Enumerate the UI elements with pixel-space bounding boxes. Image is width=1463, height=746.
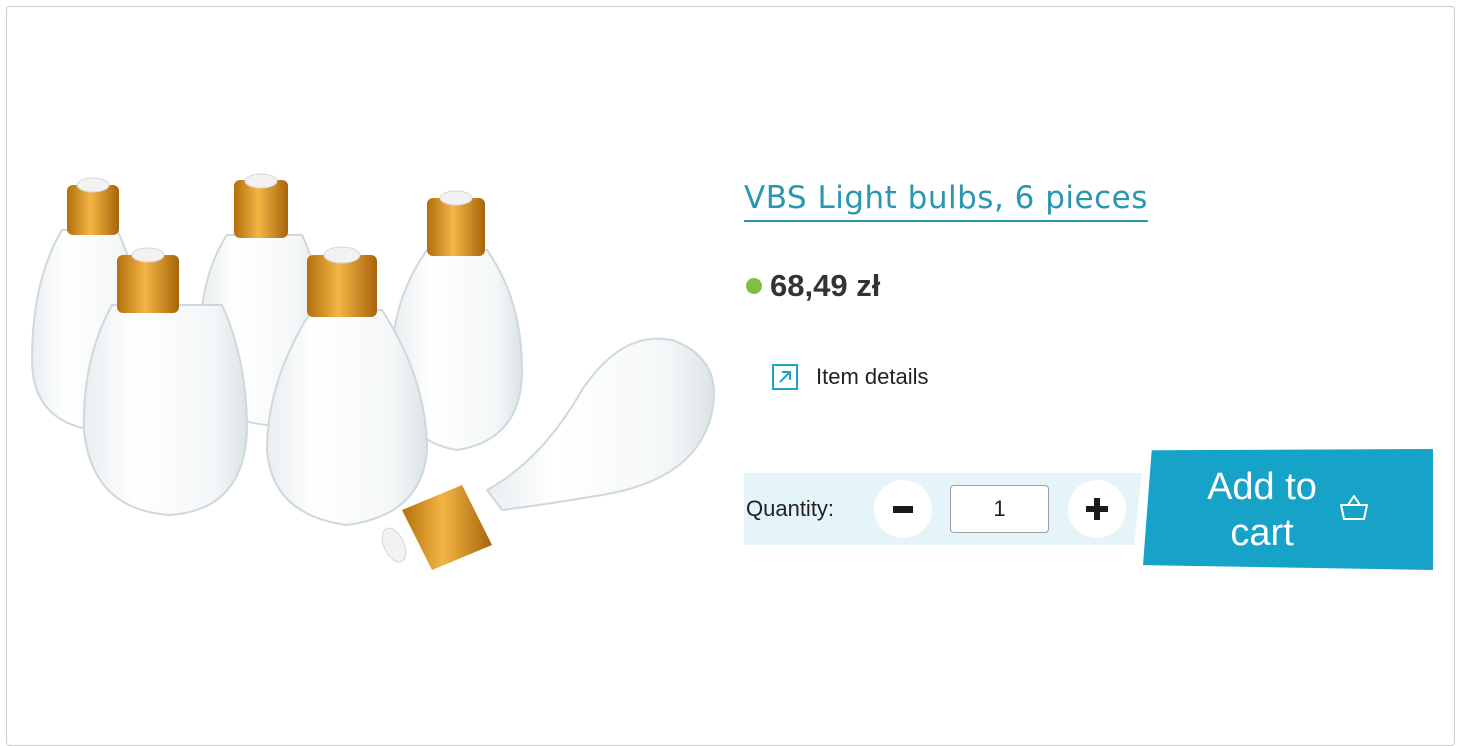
decrease-quantity-button[interactable] [874, 480, 932, 538]
add-to-cart-label[interactable]: Add to cart [1192, 464, 1332, 556]
increase-quantity-button[interactable] [1068, 480, 1126, 538]
minus-icon [893, 505, 913, 513]
product-title[interactable]: VBS Light bulbs, 6 pieces [744, 176, 1148, 222]
quantity-input[interactable] [950, 485, 1049, 533]
item-details-link[interactable]: Item details [772, 364, 929, 390]
plus-icon [1086, 498, 1108, 520]
stock-status-icon [746, 278, 762, 294]
external-link-icon [772, 364, 798, 390]
product-image[interactable] [22, 160, 717, 580]
product-price: 68,49 zł [770, 268, 881, 303]
quantity-label: Quantity: [746, 496, 835, 521]
item-details-label: Item details [816, 364, 929, 389]
basket-icon[interactable] [1335, 489, 1373, 527]
price-row: 68,49 zł [746, 268, 880, 304]
